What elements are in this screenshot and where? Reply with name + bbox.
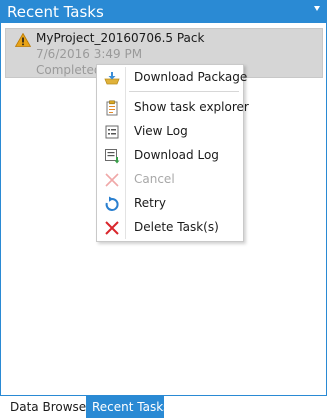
tab-recent-tasks[interactable]: Recent Tasks [86, 396, 169, 418]
menu-item-download-package[interactable]: Download Package [97, 67, 247, 89]
menu-item-show-task-explorer[interactable]: Show task explorer [97, 97, 249, 119]
tab-data-browser[interactable]: Data Browser [4, 396, 97, 418]
task-explorer-icon [106, 100, 118, 116]
menu-item-label: Download Package [134, 70, 248, 84]
warning-icon [15, 33, 31, 47]
menu-item-view-log[interactable]: View Log [97, 121, 243, 143]
view-log-icon [105, 125, 119, 139]
menu-item-label: Cancel [134, 172, 175, 186]
bottom-tab-strip: Data Browser Recent Tasks [0, 396, 327, 418]
menu-item-label: Download Log [134, 148, 219, 162]
cancel-icon [105, 173, 119, 187]
menu-item-label: Delete Task(s) [134, 220, 219, 234]
menu-item-label: Show task explorer [134, 100, 249, 114]
panel-title: Recent Tasks [7, 3, 104, 21]
menu-item-label: Retry [134, 196, 166, 210]
panel-titlebar: Recent Tasks [1, 1, 326, 23]
task-status: Completed [36, 63, 102, 77]
menu-item-cancel: Cancel [97, 169, 243, 191]
context-menu: Download Package Show task explorer View… [96, 64, 249, 242]
retry-icon [105, 196, 119, 211]
delete-icon [105, 221, 119, 235]
menu-item-retry[interactable]: Retry [97, 193, 243, 215]
download-log-icon [105, 149, 120, 164]
task-date: 7/6/2016 3:49 PM [36, 47, 143, 61]
menu-item-download-log[interactable]: Download Log [97, 145, 243, 167]
task-name: MyProject_20160706.5 Pack [36, 31, 205, 45]
menu-separator [129, 91, 239, 92]
menu-item-delete-tasks[interactable]: Delete Task(s) [97, 217, 243, 239]
download-package-icon [104, 72, 120, 85]
panel-menu-dropdown-icon[interactable] [314, 6, 320, 11]
menu-item-label: View Log [134, 124, 188, 138]
